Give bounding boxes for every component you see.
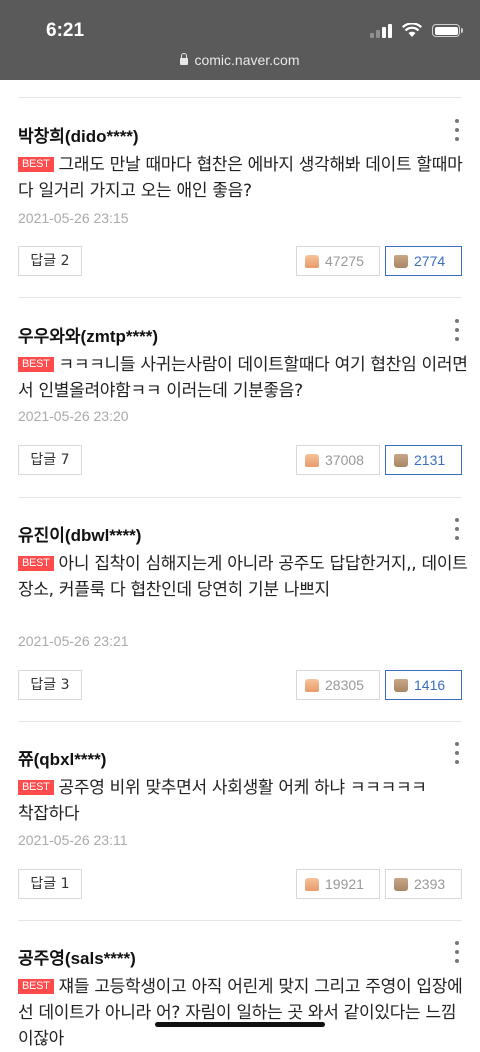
dislike-count: 2393 (414, 876, 446, 892)
like-button[interactable]: 28305 (296, 670, 380, 700)
comment-text: ㅋㅋㅋ니들 사귀는사람이 데이트할때다 여기 협찬임 이러면서 인별올려야함ㅋㅋ… (18, 355, 468, 401)
comment-text: 그래도 만날 때마다 협찬은 에바지 생각해봐 데이트 할때마다 일거리 가지고… (18, 155, 463, 201)
dislike-count: 2131 (414, 452, 446, 468)
divider (18, 920, 462, 921)
comment-text: 쟤들 고등학생이고 아직 어린게 맞지 그리고 주영이 입장에선 데이트가 아니… (18, 977, 463, 1049)
cellular-signal-icon (370, 23, 392, 38)
comment-date: 2021-05-26 23:11 (18, 832, 128, 848)
comment-text: 아니 집착이 심해지는게 아니라 공주도 답답한거지,, 데이트 장소, 커플룩… (18, 554, 468, 600)
like-count: 28305 (325, 677, 364, 693)
best-badge: BEST (18, 357, 54, 372)
comment-body: BEST 공주영 비위 맞추면서 사회생활 어케 하냐 ㅋㅋㅋㅋㅋ 착잡하다 (18, 775, 438, 827)
more-options-icon[interactable] (454, 119, 460, 141)
comment-author: 쮸(qbxl****) (18, 750, 107, 769)
divider (18, 497, 462, 498)
divider (18, 97, 462, 98)
reply-button[interactable]: 답글 7 (18, 445, 82, 475)
thumbs-down-icon (394, 678, 408, 692)
url-bar[interactable]: comic.naver.com (0, 52, 480, 68)
status-time: 6:21 (46, 20, 85, 41)
reply-button[interactable]: 답글 1 (18, 869, 82, 899)
best-badge: BEST (18, 157, 54, 172)
reply-label: 답글 (30, 876, 57, 892)
battery-icon (432, 24, 463, 37)
dislike-button[interactable]: 2774 (385, 246, 462, 276)
comment-date: 2021-05-26 23:20 (18, 408, 129, 424)
thumbs-down-icon (394, 453, 408, 467)
comment-date: 2021-05-26 23:21 (18, 633, 129, 649)
thumbs-up-icon (305, 678, 319, 692)
comment-author: 공주영(sals****) (18, 949, 136, 968)
comment-date: 2021-05-26 23:15 (18, 210, 129, 226)
best-badge: BEST (18, 780, 54, 795)
comment-author: 유진이(dbwl****) (18, 526, 142, 545)
thumbs-down-icon (394, 877, 408, 891)
dislike-count: 2774 (414, 253, 446, 269)
more-options-icon[interactable] (454, 319, 460, 341)
like-count: 19921 (325, 876, 364, 892)
dislike-button[interactable]: 2131 (385, 445, 462, 475)
reply-button[interactable]: 답글 2 (18, 246, 82, 276)
thumbs-up-icon (305, 254, 319, 268)
lock-icon (180, 53, 189, 65)
reply-label: 답글 (30, 677, 57, 693)
divider (18, 721, 462, 722)
comment-author: 우우와와(zmtp****) (18, 327, 159, 346)
thumbs-up-icon (305, 877, 319, 891)
comment-body: BEST 쟤들 고등학생이고 아직 어린게 맞지 그리고 주영이 입장에선 데이트… (18, 974, 468, 1052)
reply-count: 7 (60, 452, 70, 468)
comment-body: BEST 그래도 만날 때마다 협찬은 에바지 생각해봐 데이트 할때마다 일거리… (18, 152, 468, 204)
reply-button[interactable]: 답글 3 (18, 670, 82, 700)
home-indicator[interactable] (155, 1022, 325, 1027)
url-text: comic.naver.com (194, 52, 300, 68)
like-button[interactable]: 19921 (296, 869, 380, 899)
thumbs-up-icon (305, 453, 319, 467)
more-options-icon[interactable] (454, 941, 460, 963)
reply-count: 3 (60, 677, 70, 693)
thumbs-down-icon (394, 254, 408, 268)
dislike-count: 1416 (414, 677, 446, 693)
more-options-icon[interactable] (454, 518, 460, 540)
comment-author: 박창희(dido****) (18, 127, 139, 146)
dislike-button[interactable]: 2393 (385, 869, 462, 899)
like-button[interactable]: 47275 (296, 246, 380, 276)
comment-body: BEST ㅋㅋㅋ니들 사귀는사람이 데이트할때다 여기 협찬임 이러면서 인별올려… (18, 352, 468, 404)
best-badge: BEST (18, 556, 54, 571)
comment-body: BEST 아니 집착이 심해지는게 아니라 공주도 답답한거지,, 데이트 장소,… (18, 551, 468, 603)
best-badge: BEST (18, 979, 54, 994)
reply-label: 답글 (30, 253, 57, 269)
like-count: 47275 (325, 253, 364, 269)
reply-count: 1 (60, 876, 70, 892)
browser-status-bar: 6:21 comic.naver.com (0, 0, 480, 80)
comment-text: 공주영 비위 맞추면서 사회생활 어케 하냐 ㅋㅋㅋㅋㅋ 착잡하다 (18, 778, 427, 824)
wifi-icon (402, 23, 422, 37)
more-options-icon[interactable] (454, 742, 460, 764)
divider (18, 297, 462, 298)
reply-label: 답글 (30, 452, 57, 468)
like-button[interactable]: 37008 (296, 445, 380, 475)
status-icons (370, 23, 463, 38)
like-count: 37008 (325, 452, 364, 468)
dislike-button[interactable]: 1416 (385, 670, 462, 700)
reply-count: 2 (60, 253, 70, 269)
